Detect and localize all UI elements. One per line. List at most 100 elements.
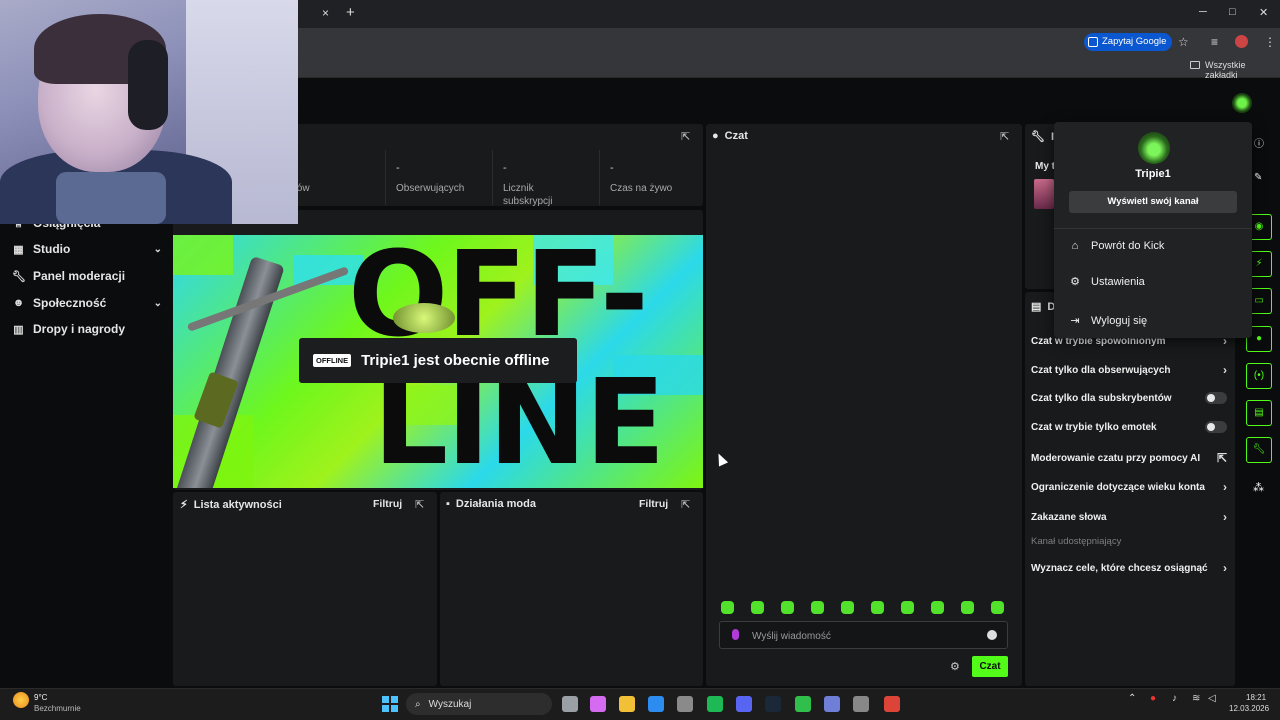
- toggle-switch[interactable]: [1205, 421, 1227, 433]
- view-channel-button[interactable]: Wyświetl swój kanał: [1069, 191, 1237, 213]
- popout-icon[interactable]: ⇱: [681, 498, 690, 511]
- window-close-button[interactable]: ✕: [1259, 6, 1268, 19]
- chat-title: Czat: [724, 130, 748, 142]
- setting-row[interactable]: Zakazane słowa ›: [1031, 510, 1227, 524]
- menu-item-label: Powrót do Kick: [1091, 240, 1165, 252]
- bookmark-star-icon[interactable]: ☆: [1178, 35, 1189, 49]
- emote-icon[interactable]: [841, 601, 854, 614]
- copilot-icon[interactable]: [590, 696, 606, 712]
- microphone-icon[interactable]: [732, 629, 739, 640]
- emote-icon[interactable]: [811, 601, 824, 614]
- stat-label: Obserwujących: [396, 183, 465, 194]
- popout-icon[interactable]: ⇱: [681, 130, 690, 143]
- sidebar-item-studio[interactable]: ▦ Studio ⌄: [12, 242, 162, 256]
- all-bookmarks-button[interactable]: Wszystkie zakładki: [1190, 60, 1280, 80]
- tab-close-button[interactable]: ×: [322, 6, 329, 20]
- chat-input-box[interactable]: [719, 621, 1008, 649]
- google-lens-button[interactable]: Zapytaj Google: [1084, 33, 1173, 51]
- emote-icon[interactable]: [991, 601, 1004, 614]
- emote-icon[interactable]: [721, 601, 734, 614]
- edge-icon[interactable]: [648, 696, 664, 712]
- sliders-icon: ▤: [1031, 301, 1042, 313]
- stat-label: Licznik subskrypcji: [503, 183, 553, 207]
- chat-send-button[interactable]: Czat: [972, 656, 1008, 677]
- volume-icon[interactable]: ◁: [1208, 693, 1216, 704]
- sidebar-item-label: Dropy i nagrody: [33, 322, 126, 336]
- setting-goals[interactable]: Wyznacz cele, które chcesz osiągnąć ›: [1031, 561, 1227, 575]
- rail-wrench-button[interactable]: 🔧︎: [1246, 437, 1272, 463]
- edit-pencil-icon[interactable]: ✎: [1254, 172, 1262, 183]
- menu-item-settings[interactable]: ⚙ Ustawienia: [1069, 275, 1145, 289]
- popout-icon[interactable]: ⇱: [1000, 130, 1009, 143]
- share-icon[interactable]: ⁂: [1253, 481, 1264, 494]
- minimize-button[interactable]: ─: [1199, 6, 1207, 18]
- clock-time[interactable]: 18:21: [1246, 693, 1266, 702]
- emote-icon[interactable]: [751, 601, 764, 614]
- tray-mic-icon[interactable]: ♪: [1172, 693, 1177, 704]
- chrome-icon[interactable]: [884, 696, 900, 712]
- stat-label: Czas na żywo: [610, 183, 673, 194]
- popout-icon[interactable]: ⇱: [415, 498, 424, 511]
- clock-date[interactable]: 12.03.2026: [1229, 704, 1269, 713]
- rail-printer-button[interactable]: ▤: [1246, 400, 1272, 426]
- external-link-icon: ⇱: [1216, 451, 1227, 465]
- folder-icon[interactable]: [619, 696, 635, 712]
- offline-message: Tripie1 jest obecnie offline: [361, 352, 550, 369]
- emoji-icon[interactable]: [987, 630, 997, 640]
- mod-actions-filter-button[interactable]: Filtruj: [639, 498, 668, 510]
- setting-row[interactable]: Ograniczenie dotyczące wieku konta ›: [1031, 480, 1227, 494]
- rail-broadcast-button[interactable]: (•): [1246, 363, 1272, 389]
- weather-icon: [13, 692, 29, 708]
- app-icon[interactable]: [853, 696, 869, 712]
- stat-followers: - Obserwujących: [385, 150, 491, 205]
- chevron-right-icon: ›: [1223, 561, 1227, 575]
- menu-item-logout[interactable]: ⇥ Wyloguj się: [1069, 314, 1148, 328]
- emote-icon[interactable]: [871, 601, 884, 614]
- chat-settings-gear-icon[interactable]: ⚙: [950, 660, 960, 673]
- file-explorer-icon[interactable]: [562, 696, 578, 712]
- toggle-switch[interactable]: [1205, 392, 1227, 404]
- emote-icon[interactable]: [931, 601, 944, 614]
- setting-row[interactable]: Czat tylko dla subskrybentów: [1031, 392, 1227, 404]
- setting-row[interactable]: Czat w trybie tylko emotek: [1031, 421, 1227, 433]
- sidebar-item-community[interactable]: ☻ Społeczność ⌄: [12, 296, 162, 310]
- app-icon[interactable]: [824, 696, 840, 712]
- menu-item-back-to-kick[interactable]: ⌂ Powrót do Kick: [1069, 240, 1165, 252]
- obs-icon[interactable]: [795, 696, 811, 712]
- spotify-icon[interactable]: [707, 696, 723, 712]
- activity-filter-button[interactable]: Filtruj: [373, 498, 402, 510]
- wrench-icon: 🔧︎: [1031, 131, 1045, 143]
- setting-label: Zakazane słowa: [1031, 511, 1107, 523]
- setting-label: Czat tylko dla subskrybentów: [1031, 392, 1172, 404]
- emote-icon[interactable]: [781, 601, 794, 614]
- sidebar-item-moderation[interactable]: 🔧︎ Panel moderacji: [12, 269, 162, 283]
- info-icon[interactable]: ⓘ: [1254, 135, 1264, 150]
- emote-icon[interactable]: [961, 601, 974, 614]
- profile-avatar[interactable]: [1235, 35, 1248, 48]
- chat-message-input[interactable]: [752, 628, 972, 644]
- store-icon[interactable]: [677, 696, 693, 712]
- wifi-icon[interactable]: ≋: [1192, 693, 1200, 704]
- discord-icon[interactable]: [736, 696, 752, 712]
- setting-row[interactable]: Moderowanie czatu przy pomocy AI ⇱: [1031, 451, 1227, 465]
- activity-panel: [173, 492, 437, 686]
- steam-icon[interactable]: [765, 696, 781, 712]
- tray-app-icon[interactable]: ●: [1150, 693, 1156, 704]
- sidebar-item-drops[interactable]: ▥ Dropy i nagrody: [12, 322, 162, 336]
- emote-icon[interactable]: [901, 601, 914, 614]
- activity-header: ⚡︎ Lista aktywności: [180, 498, 282, 512]
- offline-badge: OFFLINE: [313, 354, 352, 367]
- user-avatar-button[interactable]: [1232, 93, 1252, 113]
- tray-chevron-icon[interactable]: ⌃: [1128, 693, 1136, 704]
- weather-temp[interactable]: 9°C: [34, 693, 47, 702]
- new-tab-button[interactable]: +: [346, 4, 355, 21]
- menu-item-label: Wyloguj się: [1091, 314, 1148, 327]
- stat-live-time: - Czas na żywo: [599, 150, 705, 205]
- menu-kebab-icon[interactable]: ⋮: [1264, 35, 1276, 49]
- media-control-icon[interactable]: ≡: [1211, 35, 1218, 49]
- chevron-right-icon: ›: [1223, 510, 1227, 524]
- setting-row[interactable]: Czat tylko dla obserwujących ›: [1031, 363, 1227, 377]
- maximize-button[interactable]: □: [1229, 6, 1236, 18]
- windows-start-button[interactable]: [382, 696, 398, 712]
- taskbar-search[interactable]: ⌕ Wyszukaj: [406, 693, 552, 715]
